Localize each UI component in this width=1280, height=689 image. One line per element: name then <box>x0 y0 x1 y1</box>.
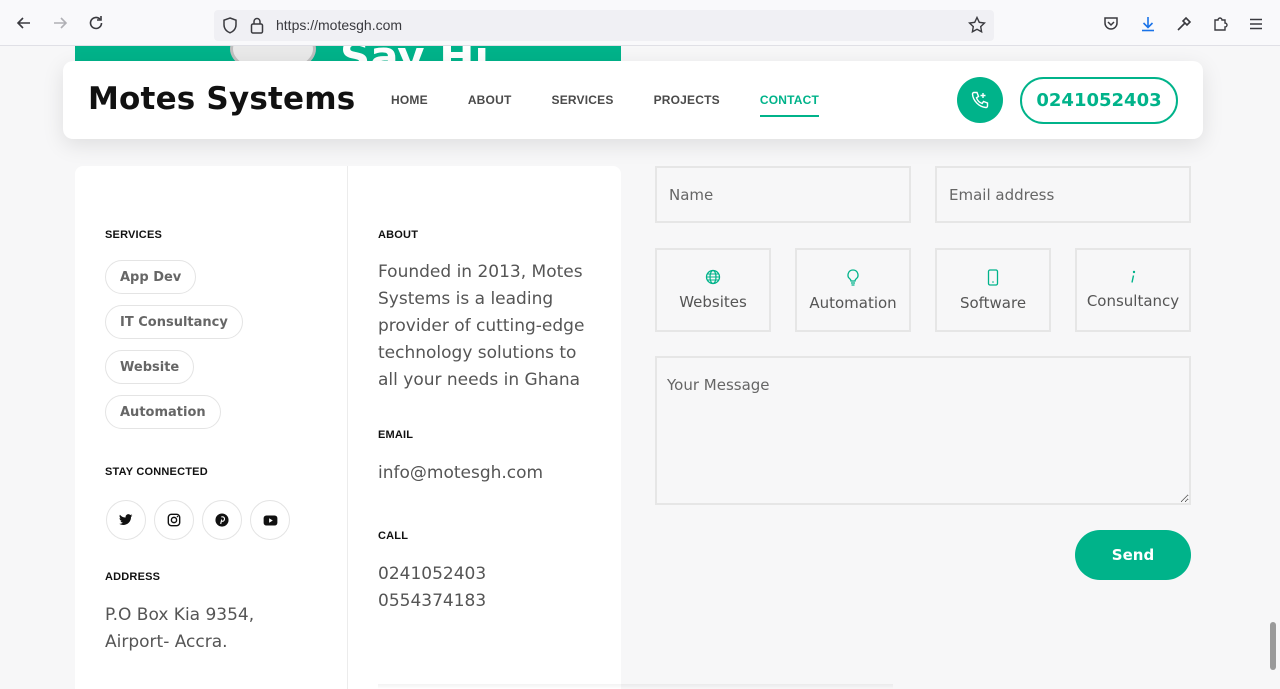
menu-item-contact[interactable]: CONTACT <box>759 93 820 117</box>
service-tag-app-dev[interactable]: App Dev <box>105 260 197 294</box>
puzzle-icon <box>1214 17 1228 31</box>
instagram-link[interactable] <box>154 500 194 540</box>
pocket-button[interactable] <box>1100 13 1122 35</box>
service-tag-it-consultancy[interactable]: IT Consultancy <box>105 305 243 339</box>
address-line: P.O Box Kia 9354, <box>105 605 255 625</box>
info-icon <box>1131 270 1136 283</box>
instagram-icon <box>167 513 181 527</box>
main-menu: HOME ABOUT SERVICES PROJECTS CONTACT <box>391 93 859 117</box>
option-automation[interactable]: Automation <box>795 248 911 332</box>
about-line: technology solutions to <box>378 343 577 363</box>
reload-button[interactable] <box>84 11 108 35</box>
page-scrollbar[interactable] <box>1270 622 1276 670</box>
menu-item-projects[interactable]: PROJECTS <box>654 93 720 117</box>
option-label: Software <box>959 293 1027 312</box>
shield-icon <box>223 17 237 34</box>
pinterest-link[interactable] <box>202 500 242 540</box>
site-header: Motes Systems HOME ABOUT SERVICES PROJEC… <box>63 61 1203 139</box>
about-line: provider of cutting-edge <box>378 316 585 336</box>
address-text: P.O Box Kia 9354, Airport- Accra. <box>105 602 254 656</box>
extensions-button[interactable] <box>1209 13 1231 35</box>
lock-icon <box>250 17 264 34</box>
about-line: Systems is a leading <box>378 289 554 309</box>
service-tag-website[interactable]: Website <box>105 350 195 384</box>
option-software[interactable]: Software <box>935 248 1051 332</box>
call-number-link[interactable]: 0554374183 <box>378 588 486 615</box>
hamburger-icon <box>1250 18 1262 30</box>
downloads-button[interactable] <box>1137 13 1159 35</box>
arrow-left-icon <box>16 17 30 29</box>
card-divider <box>347 166 348 689</box>
twitter-link[interactable] <box>106 500 146 540</box>
name-input[interactable] <box>655 166 911 223</box>
option-websites[interactable]: Websites <box>655 248 771 332</box>
pinterest-icon <box>215 513 229 527</box>
send-button[interactable]: Send <box>1075 530 1191 580</box>
bookmark-star-icon[interactable] <box>968 16 986 34</box>
option-label: Automation <box>809 293 897 312</box>
menu-button[interactable] <box>1245 13 1267 35</box>
mobile-icon <box>987 268 999 286</box>
about-line: Founded in 2013, Motes <box>378 262 583 282</box>
youtube-icon <box>263 514 277 526</box>
address-heading: ADDRESS <box>105 571 161 583</box>
address-bar[interactable]: https://motesgh.com <box>214 10 994 41</box>
email-input[interactable] <box>935 166 1191 223</box>
reload-icon <box>89 16 103 30</box>
stay-connected-heading: STAY CONNECTED <box>105 466 208 478</box>
forward-button[interactable] <box>48 11 72 35</box>
menu-item-services[interactable]: SERVICES <box>551 93 613 117</box>
section-shadow <box>378 684 893 689</box>
call-numbers: 0241052403 0554374183 <box>378 561 486 615</box>
service-tag-automation[interactable]: Automation <box>105 395 221 429</box>
call-heading: CALL <box>378 530 409 542</box>
email-heading: EMAIL <box>378 429 414 441</box>
arrow-right-icon <box>54 17 68 29</box>
back-button[interactable] <box>12 11 36 35</box>
about-text: Founded in 2013, Motes Systems is a lead… <box>378 259 584 394</box>
option-consultancy[interactable]: Consultancy <box>1075 248 1191 332</box>
phone-icon <box>971 91 989 109</box>
message-textarea[interactable] <box>655 356 1191 505</box>
option-label: Websites <box>679 293 747 311</box>
brand-logo[interactable]: Motes Systems <box>88 81 355 117</box>
eyedropper-button[interactable] <box>1173 13 1195 35</box>
email-link[interactable]: info@motesgh.com <box>378 460 543 487</box>
globe-icon <box>705 269 721 285</box>
option-label: Consultancy <box>1086 292 1180 310</box>
twitter-icon <box>119 514 133 526</box>
menu-item-about[interactable]: ABOUT <box>468 93 512 117</box>
url-text: https://motesgh.com <box>276 17 403 33</box>
call-number-link[interactable]: 0241052403 <box>378 561 486 588</box>
services-heading: SERVICES <box>105 229 163 241</box>
call-button[interactable] <box>957 77 1003 123</box>
browser-toolbar: https://motesgh.com <box>0 0 1280 46</box>
phone-number-button[interactable]: 0241052403 <box>1020 77 1178 124</box>
eyedropper-icon <box>1177 16 1192 31</box>
pocket-icon <box>1104 17 1118 30</box>
download-icon <box>1142 17 1154 32</box>
lightbulb-icon <box>847 268 859 286</box>
about-line: all your needs in Ghana <box>378 370 581 390</box>
youtube-link[interactable] <box>250 500 290 540</box>
address-line: Airport- Accra. <box>105 632 228 652</box>
menu-item-home[interactable]: HOME <box>391 93 428 117</box>
contact-info-card: SERVICES App Dev IT Consultancy Website … <box>75 166 621 689</box>
about-heading: ABOUT <box>378 229 419 241</box>
